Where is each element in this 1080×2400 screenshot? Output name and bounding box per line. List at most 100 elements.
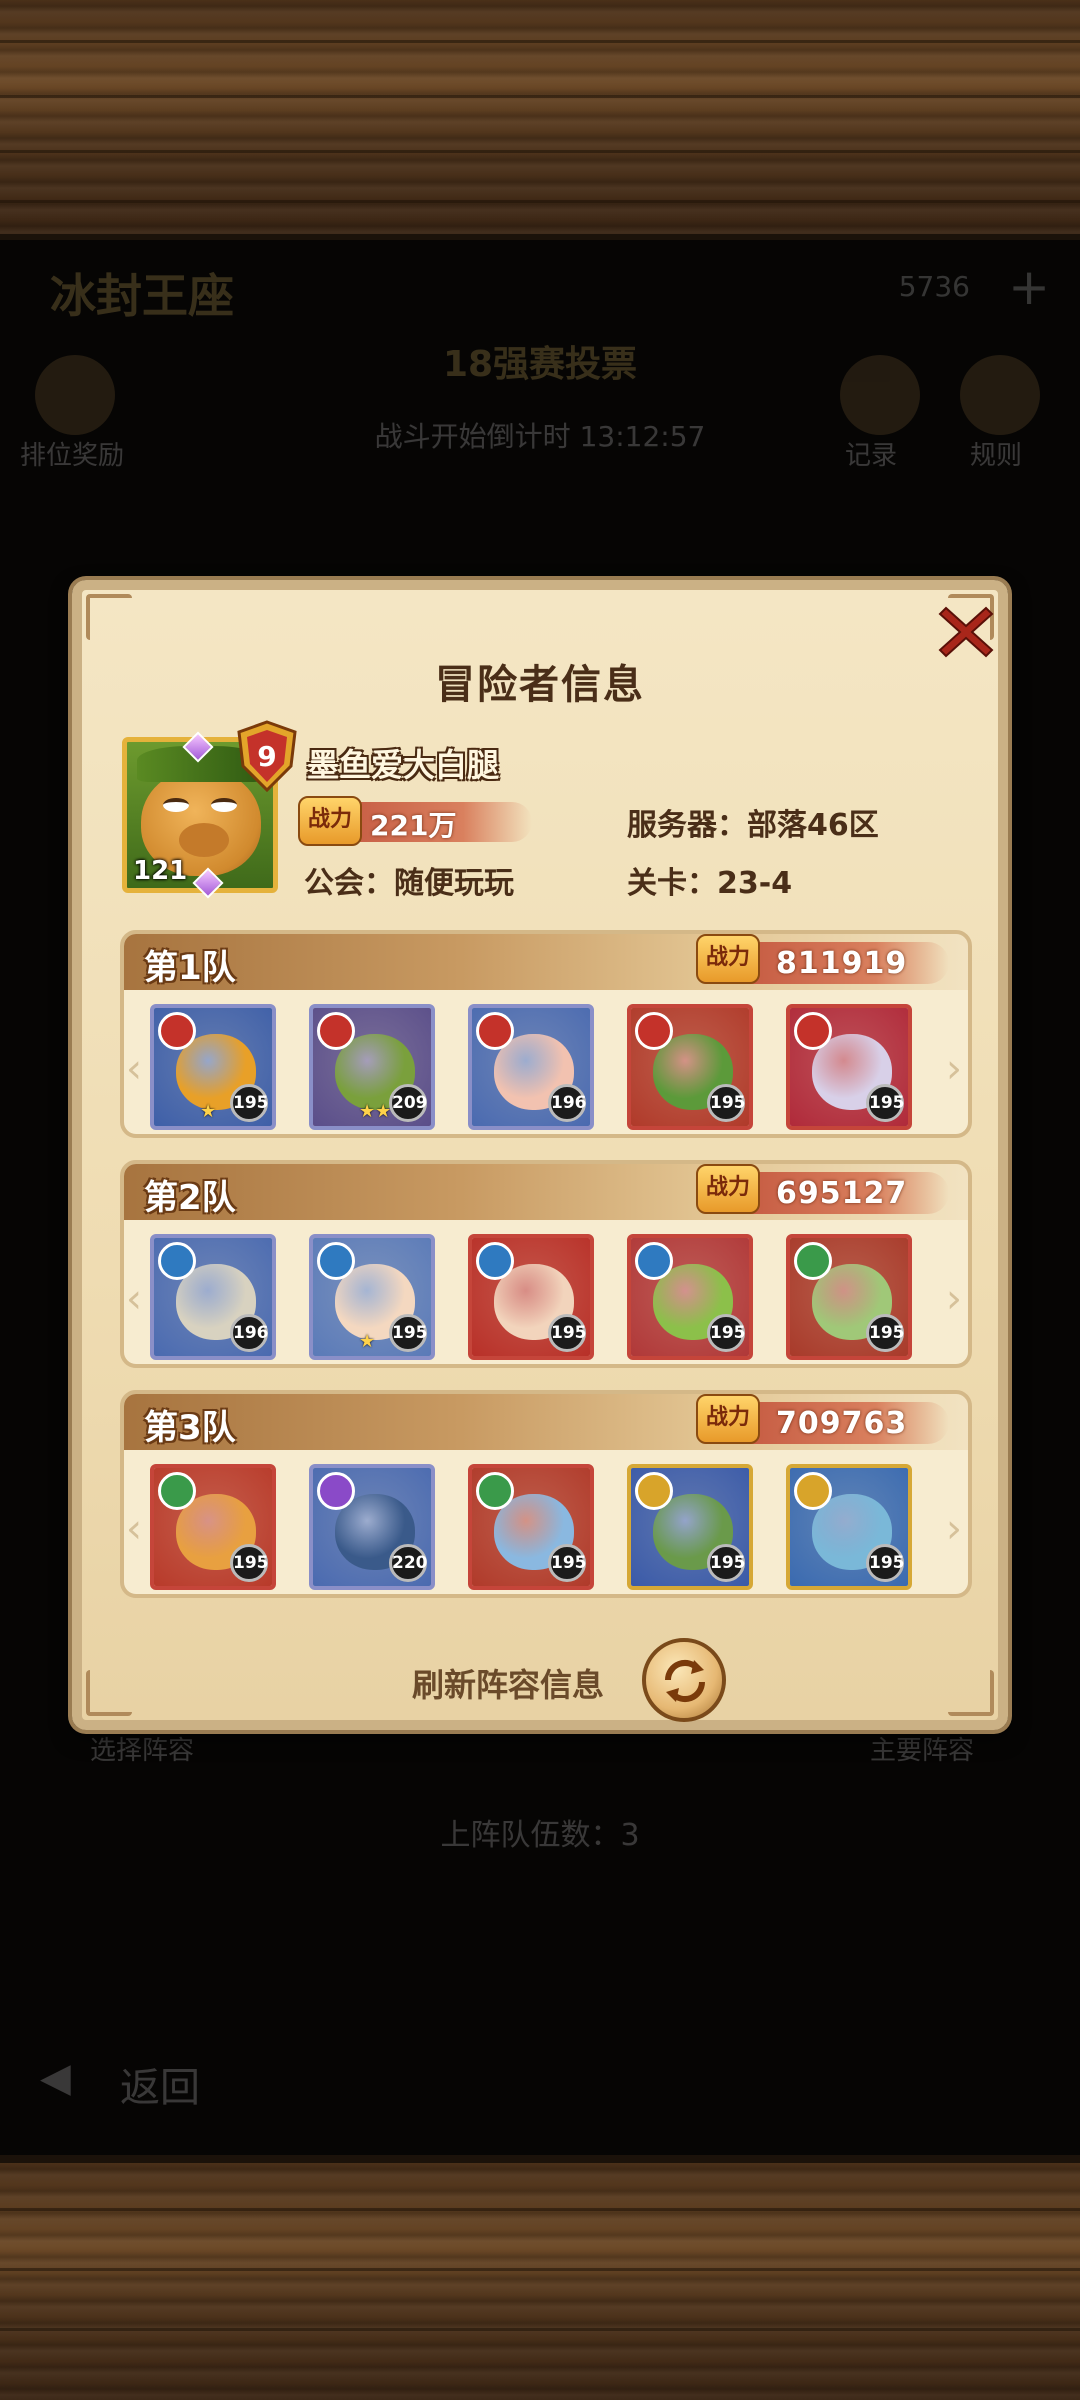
right-team-label: 主要阵容 — [870, 1736, 975, 1766]
team-power: 战力 695127 — [696, 1164, 949, 1214]
power-badge-icon: 战力 — [696, 934, 760, 984]
wood-frame-top — [0, 0, 1080, 240]
team-header: 第1队 战力 811919 — [124, 934, 968, 990]
hero-level: 195 — [230, 1544, 269, 1582]
hero-card[interactable]: 195 — [468, 1234, 594, 1360]
hero-card[interactable]: ★★ 209 — [309, 1004, 435, 1130]
countdown-text: 战斗开始倒计时 13:12:57 — [374, 420, 706, 453]
team-card: 第3队 战力 709763 ‹ 195 220 195 195 195 › — [120, 1390, 972, 1598]
avatar-level: 121 — [133, 856, 188, 886]
hero-card[interactable]: 196 — [468, 1004, 594, 1130]
hero-stars: ★ — [359, 1331, 376, 1352]
row-left-arrow-icon: ‹ — [126, 1506, 142, 1552]
modal-title: 冒险者信息 — [435, 662, 645, 708]
power-badge-icon: 战力 — [696, 1164, 760, 1214]
light-faction-icon — [794, 1472, 832, 1510]
team-card: 第1队 战力 811919 ‹ ★ 195 ★★ 209 196 195 195 › — [120, 930, 972, 1138]
alliance-faction-icon — [476, 1242, 514, 1280]
team-label: 第3队 — [144, 1408, 236, 1448]
row-right-arrow-icon: › — [946, 1046, 962, 1092]
team-count-text: 上阵队伍数：3 — [440, 1818, 640, 1853]
team-power-value: 709763 — [776, 1406, 908, 1441]
power-badge-icon: 战力 — [696, 1394, 760, 1444]
corner-ornament — [948, 1670, 994, 1716]
game-screen: 冰封王座 5736 + 18强赛投票 排位奖励 战斗开始倒计时 13:12:57… — [0, 0, 1080, 2400]
hero-row: ‹ ★ 195 ★★ 209 196 195 195 › — [124, 1004, 968, 1134]
hero-card[interactable]: 195 — [786, 1234, 912, 1360]
nature-faction-icon — [476, 1472, 514, 1510]
team-label: 第2队 — [144, 1178, 236, 1218]
hero-card[interactable]: 195 — [150, 1464, 276, 1590]
light-faction-icon — [635, 1472, 673, 1510]
hero-card[interactable]: 196 — [150, 1234, 276, 1360]
player-power-value: 221万 — [370, 809, 457, 842]
event-title: 冰封王座 — [50, 269, 234, 323]
hero-level: 195 — [866, 1314, 905, 1352]
corner-ornament — [86, 594, 132, 640]
team-power: 战力 811919 — [696, 934, 949, 984]
record-icon — [840, 355, 920, 435]
vip-level: 9 — [257, 740, 276, 773]
gem-count: 5736 — [898, 270, 970, 303]
hero-level: 196 — [548, 1084, 587, 1122]
nature-faction-icon — [794, 1242, 832, 1280]
player-avatar[interactable]: 121 9 — [122, 720, 297, 899]
rules-label: 规则 — [970, 441, 1023, 471]
hero-level: 195 — [866, 1544, 905, 1582]
horde-faction-icon — [317, 1012, 355, 1050]
left-team-label: 选择阵容 — [90, 1736, 195, 1766]
hero-level: 195 — [707, 1544, 746, 1582]
player-name: 墨鱼爱大白腿 — [307, 746, 500, 784]
hero-card[interactable]: 220 — [309, 1464, 435, 1590]
team-power-value: 695127 — [776, 1176, 908, 1211]
hero-level: 195 — [707, 1084, 746, 1122]
hero-level: 209 — [389, 1084, 428, 1122]
hero-card[interactable]: 195 — [627, 1004, 753, 1130]
server-info: 服务器：部落46区 — [627, 808, 879, 843]
hero-card[interactable]: 195 — [627, 1234, 753, 1360]
hero-card[interactable]: 195 — [468, 1464, 594, 1590]
team-card: 第2队 战力 695127 ‹ 196 ★ 195 195 195 195 › — [120, 1160, 972, 1368]
team-label: 第1队 — [144, 948, 236, 988]
horde-faction-icon — [635, 1012, 673, 1050]
rules-icon — [960, 355, 1040, 435]
back-label: 返回 — [120, 2065, 200, 2111]
guild-info: 公会：随便玩玩 — [304, 866, 514, 901]
refresh-label: 刷新阵容信息 — [412, 1666, 605, 1704]
row-left-arrow-icon: ‹ — [126, 1276, 142, 1322]
stage-info: 关卡：23-4 — [627, 866, 793, 901]
corner-ornament — [86, 1670, 132, 1716]
hero-card[interactable]: ★ 195 — [150, 1004, 276, 1130]
player-power: 战力 221万 — [298, 796, 532, 846]
refresh-button[interactable] — [642, 1638, 726, 1722]
alliance-faction-icon — [158, 1242, 196, 1280]
hero-level: 195 — [230, 1084, 269, 1122]
row-right-arrow-icon: › — [946, 1506, 962, 1552]
hero-level: 195 — [866, 1084, 905, 1122]
hero-level: 195 — [389, 1314, 428, 1352]
add-gems-button: + — [1008, 258, 1050, 316]
hero-card[interactable]: 195 — [786, 1004, 912, 1130]
horde-faction-icon — [794, 1012, 832, 1050]
hero-card[interactable]: 195 — [786, 1464, 912, 1590]
hero-level: 195 — [548, 1544, 587, 1582]
team-header: 第2队 战力 695127 — [124, 1164, 968, 1220]
void-faction-icon — [317, 1472, 355, 1510]
event-subtitle: 18强赛投票 — [442, 344, 638, 385]
alliance-faction-icon — [635, 1242, 673, 1280]
horde-faction-icon — [476, 1012, 514, 1050]
hero-stars: ★ — [200, 1101, 217, 1122]
hero-level: 195 — [548, 1314, 587, 1352]
hero-stars: ★★ — [359, 1101, 392, 1122]
team-header: 第3队 战力 709763 — [124, 1394, 968, 1450]
record-label: 记录 — [845, 441, 898, 471]
back-arrow-icon: ◀ — [40, 2055, 71, 2101]
team-power-value: 811919 — [776, 946, 908, 981]
hero-card[interactable]: 195 — [627, 1464, 753, 1590]
row-right-arrow-icon: › — [946, 1276, 962, 1322]
hero-level: 196 — [230, 1314, 269, 1352]
horde-faction-icon — [158, 1012, 196, 1050]
alliance-faction-icon — [317, 1242, 355, 1280]
hero-card[interactable]: ★ 195 — [309, 1234, 435, 1360]
power-badge-icon: 战力 — [298, 796, 362, 846]
